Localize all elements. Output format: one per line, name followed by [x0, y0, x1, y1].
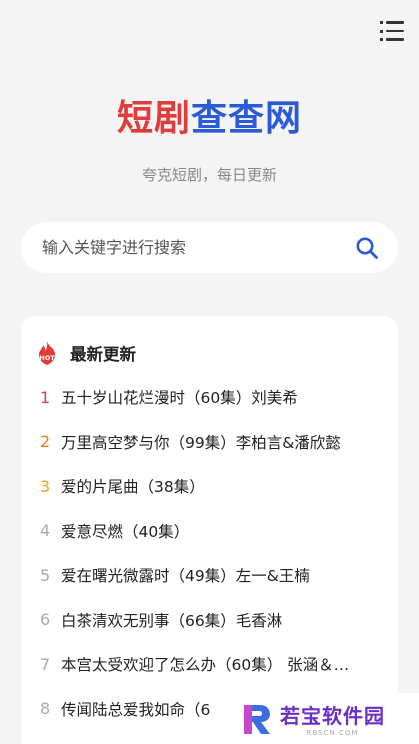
card-header: HOT 最新更新	[35, 340, 136, 366]
rank-number: 7	[40, 654, 51, 674]
search-bar	[21, 222, 398, 273]
item-title[interactable]: 白茶清欢无别事（66集）毛香淋	[61, 609, 282, 631]
list-item[interactable]: 5 爱在曙光微露时（49集）左一&王楠	[21, 553, 398, 598]
logo-text-part1: 短剧	[116, 98, 191, 139]
list-item[interactable]: 3 爱的片尾曲（38集）	[21, 464, 398, 509]
list-item[interactable]: 4 爱意尽燃（40集）	[21, 509, 398, 554]
card-title: 最新更新	[70, 345, 136, 364]
svg-text:HOT: HOT	[39, 354, 55, 362]
latest-updates-card: HOT 最新更新 1 五十岁山花烂漫时（60集）刘美希 2 万里高空梦与你（99…	[21, 316, 398, 744]
page: 短剧 查查网 夸克短剧，每日更新 HOT 最新更新 1 五十岁山花烂	[0, 0, 419, 744]
rank-number: 3	[40, 476, 51, 496]
rank-number: 8	[40, 699, 51, 719]
item-title[interactable]: 本宫太受欢迎了怎么办（60集） 张涵＆…	[61, 653, 349, 675]
item-title[interactable]: 爱的片尾曲（38集）	[61, 475, 205, 497]
search-input[interactable]	[42, 238, 354, 257]
watermark-text: 若宝软件园	[280, 704, 385, 728]
menu-icon[interactable]	[380, 21, 404, 41]
list-item[interactable]: 2 万里高空梦与你（99集）李柏言&潘欣懿	[21, 420, 398, 465]
rank-number: 1	[40, 387, 51, 407]
list-item[interactable]: 6 白茶清欢无别事（66集）毛香淋	[21, 598, 398, 643]
logo-text-part2: 查查网	[191, 98, 303, 139]
watermark: 若宝软件园 RBSCN.COM	[230, 693, 419, 744]
item-title[interactable]: 万里高空梦与你（99集）李柏言&潘欣懿	[61, 431, 341, 453]
list-item[interactable]: 1 五十岁山花烂漫时（60集）刘美希	[21, 375, 398, 420]
site-logo[interactable]: 短剧 查查网	[0, 92, 419, 139]
latest-list: 1 五十岁山花烂漫时（60集）刘美希 2 万里高空梦与你（99集）李柏言&潘欣懿…	[21, 375, 398, 731]
rank-number: 5	[40, 565, 51, 585]
hot-flame-icon: HOT	[35, 340, 59, 366]
tagline: 夸克短剧，每日更新	[141, 166, 277, 184]
item-title[interactable]: 五十岁山花烂漫时（60集）刘美希	[61, 386, 298, 408]
item-title[interactable]: 爱在曙光微露时（49集）左一&王楠	[61, 564, 310, 586]
watermark-logo-icon	[238, 701, 274, 737]
rank-number: 4	[40, 521, 51, 541]
list-item[interactable]: 7 本宫太受欢迎了怎么办（60集） 张涵＆…	[21, 642, 398, 687]
item-title[interactable]: 传闻陆总爱我如命（6	[61, 698, 210, 720]
rank-number: 2	[40, 432, 51, 452]
watermark-subtext: RBSCN.COM	[306, 729, 359, 737]
item-title[interactable]: 爱意尽燃（40集）	[61, 520, 189, 542]
rank-number: 6	[40, 610, 51, 630]
search-icon[interactable]	[354, 235, 380, 261]
